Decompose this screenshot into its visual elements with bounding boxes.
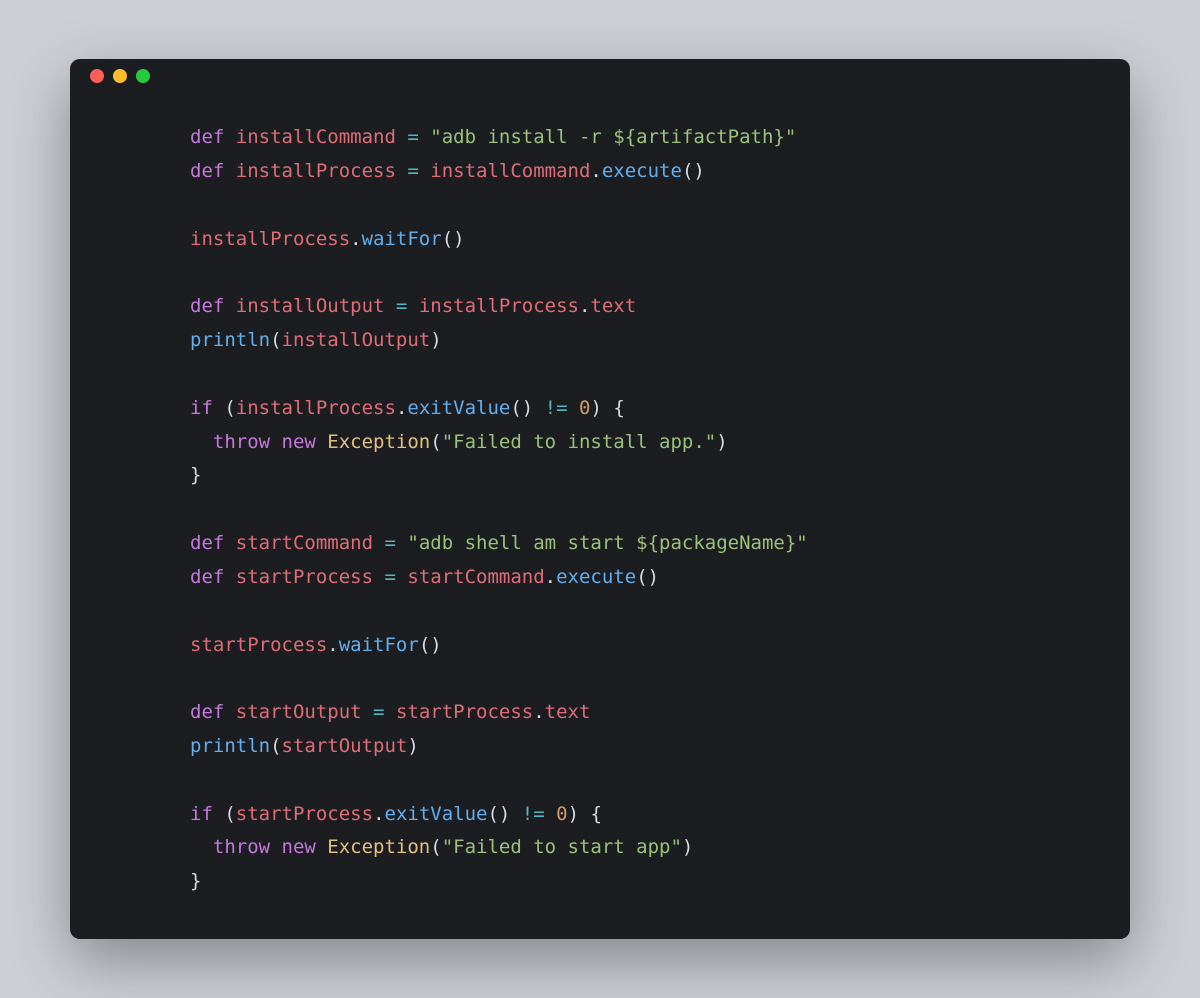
identifier: installProcess [419,295,579,317]
punct: ) [430,329,441,351]
operator: = [407,160,430,182]
punct: () [510,397,544,419]
minimize-icon[interactable] [113,69,127,83]
identifier: installProcess [236,160,408,182]
keyword-new: new [282,836,328,858]
punct: ( [270,329,281,351]
string-literal: "Failed to install app." [442,431,717,453]
operator: != [545,397,579,419]
punct: () [682,160,705,182]
punct: () [487,803,521,825]
keyword-throw: throw [190,836,282,858]
punct: . [590,160,601,182]
identifier: startProcess [190,634,327,656]
string-literal: "adb install -r ${artifactPath}" [430,126,796,148]
class-name: Exception [327,431,430,453]
keyword-def: def [190,126,236,148]
method-call: execute [556,566,636,588]
punct: ( [270,735,281,757]
number: 0 [579,397,590,419]
number: 0 [556,803,567,825]
identifier: startOutput [236,701,373,723]
punct: } [190,464,201,486]
method-call: exitValue [407,397,510,419]
identifier: installCommand [430,160,590,182]
identifier: installCommand [236,126,408,148]
string-literal: "adb shell am start ${packageName}" [407,532,807,554]
string-literal: "Failed to start app" [442,836,682,858]
identifier: startOutput [282,735,408,757]
punct: () [636,566,659,588]
identifier: startCommand [407,566,544,588]
method-call: println [190,329,270,351]
keyword-def: def [190,532,236,554]
punct: . [579,295,590,317]
method-call: waitFor [339,634,419,656]
identifier: startProcess [236,566,385,588]
identifier: startCommand [236,532,385,554]
punct: ( [224,397,235,419]
identifier: startProcess [396,701,533,723]
punct: ( [224,803,235,825]
code-window: def installCommand = "adb install -r ${a… [70,59,1130,939]
punct: . [373,803,384,825]
keyword-if: if [190,803,224,825]
identifier: installOutput [282,329,431,351]
punct: ) [682,836,693,858]
code-block: def installCommand = "adb install -r ${a… [70,93,1130,939]
keyword-def: def [190,566,236,588]
identifier: installOutput [236,295,396,317]
operator: = [407,126,430,148]
method-call: exitValue [385,803,488,825]
keyword-def: def [190,295,236,317]
method-call: println [190,735,270,757]
window-titlebar [70,59,1130,93]
keyword-if: if [190,397,224,419]
operator: = [384,566,407,588]
identifier: installProcess [236,397,396,419]
identifier: startProcess [236,803,373,825]
operator: = [396,295,419,317]
punct: ) { [568,803,602,825]
method-call: waitFor [362,228,442,250]
punct: . [327,634,338,656]
punct: ) [716,431,727,453]
punct: . [396,397,407,419]
identifier: text [545,701,591,723]
identifier: installProcess [190,228,350,250]
method-call: execute [602,160,682,182]
keyword-throw: throw [190,431,282,453]
maximize-icon[interactable] [136,69,150,83]
punct: () [442,228,465,250]
punct: () [419,634,442,656]
punct: . [545,566,556,588]
punct: . [350,228,361,250]
keyword-new: new [282,431,328,453]
punct: } [190,870,201,892]
operator: != [522,803,556,825]
punct: ) { [590,397,624,419]
close-icon[interactable] [90,69,104,83]
punct: . [533,701,544,723]
operator: = [373,701,396,723]
keyword-def: def [190,160,236,182]
punct: ( [430,836,441,858]
operator: = [384,532,407,554]
class-name: Exception [327,836,430,858]
punct: ( [430,431,441,453]
punct: ) [407,735,418,757]
identifier: text [590,295,636,317]
keyword-def: def [190,701,236,723]
